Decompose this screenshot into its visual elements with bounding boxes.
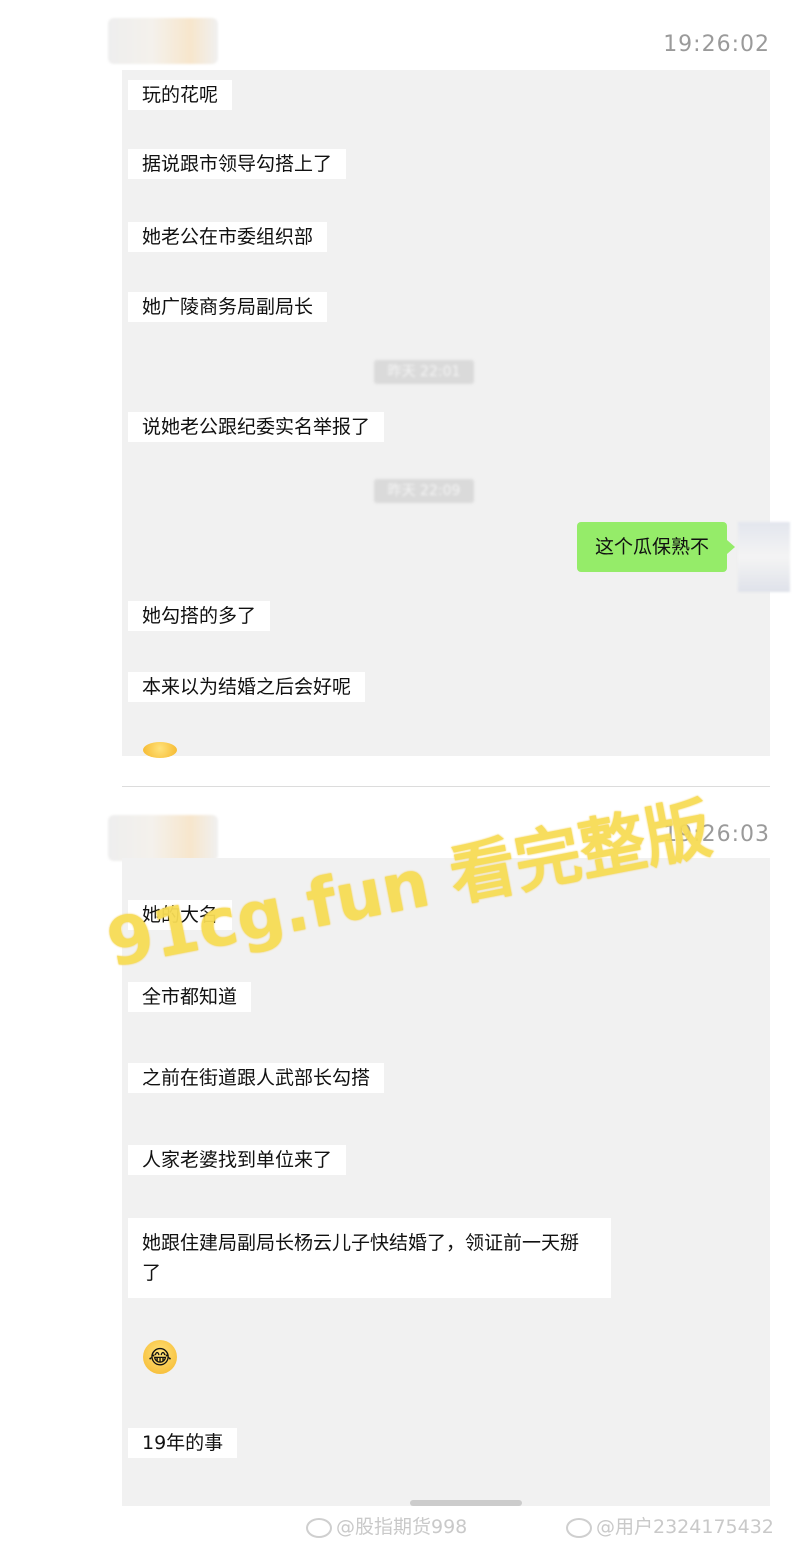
laughing-emoji-icon: 😂	[143, 1340, 177, 1374]
weibo-handle: @股指期货998	[306, 1512, 467, 1539]
chat-message: 她老公在市委组织部	[128, 222, 328, 252]
chat-message: 她勾搭的多了	[128, 601, 271, 631]
weibo-icon	[306, 1517, 332, 1538]
chat-message: 19年的事	[128, 1428, 238, 1458]
sender-avatar[interactable]	[108, 18, 218, 64]
weibo-handle-text: @股指期货998	[336, 1516, 468, 1538]
chat-message: 本来以为结婚之后会好呢	[128, 672, 366, 702]
system-time: 昨天 22:09	[374, 479, 474, 503]
chat-message: 人家老婆找到单位来了	[128, 1145, 347, 1175]
chat-message: 之前在街道跟人武部长勾搭	[128, 1063, 385, 1093]
chat-message: 她广陵商务局副局长	[128, 292, 328, 322]
laughing-emoji-icon	[143, 742, 177, 758]
system-time: 昨天 22:01	[374, 360, 474, 384]
weibo-icon	[566, 1517, 592, 1538]
chat-message: 她跟住建局副局长杨云儿子快结婚了，领证前一天掰了	[128, 1218, 611, 1298]
weibo-handle: @用户2324175432	[566, 1512, 774, 1539]
sent-message-bubble: 这个瓜保熟不	[577, 522, 735, 572]
scroll-indicator[interactable]	[410, 1500, 522, 1506]
chat-message: 玩的花呢	[128, 80, 233, 110]
chat-message: 全市都知道	[128, 982, 252, 1012]
chat-message: 说她老公跟纪委实名举报了	[128, 412, 385, 442]
self-avatar[interactable]	[738, 522, 790, 592]
sender-avatar[interactable]	[108, 815, 218, 861]
chat-message: 据说跟市领导勾搭上了	[128, 149, 347, 179]
timestamp: 19:26:02	[663, 32, 770, 57]
weibo-handle-text: @用户2324175432	[596, 1516, 774, 1538]
